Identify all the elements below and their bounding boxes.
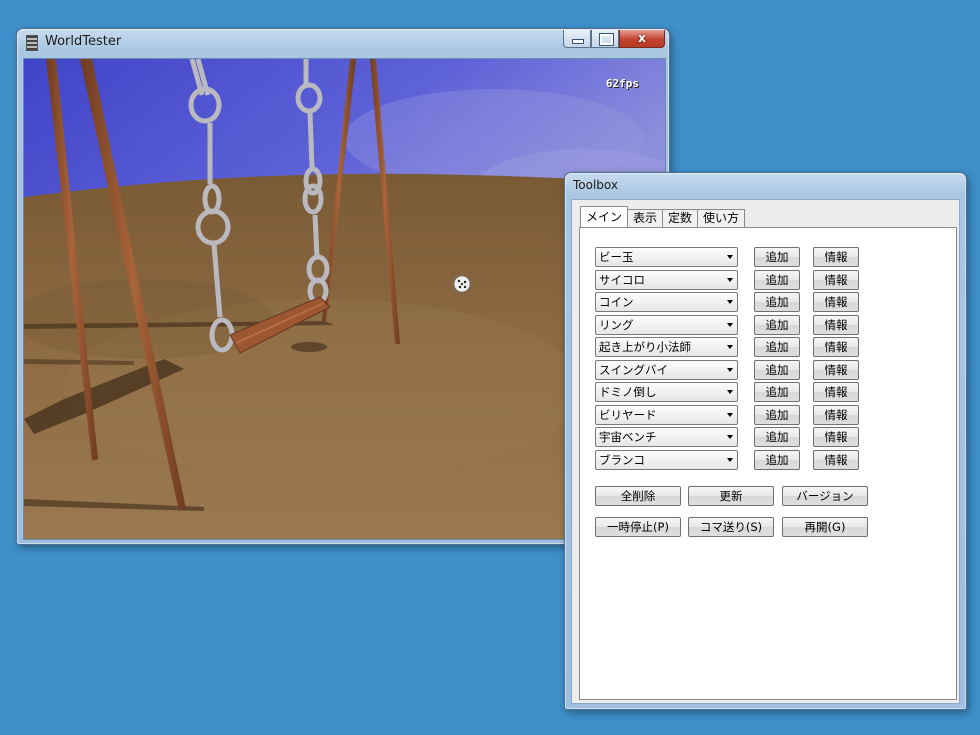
dice [453,275,471,293]
tab-usage[interactable]: 使い方 [697,209,746,227]
version-button[interactable]: バージョン [782,486,868,506]
main-titlebar[interactable]: WorldTester x [17,29,669,55]
object-select-value: ビリヤード [599,408,657,422]
object-select[interactable]: スイングバイ [595,360,738,380]
object-select-value: リング [599,318,634,332]
toolbox-client-area: メイン 表示 定数 使い方 ビー玉 追加 情報 サイコロ 追加 情報 コイン 追… [571,199,960,704]
minimize-icon [572,39,584,44]
object-select-value: スイングバイ [599,363,668,377]
add-button[interactable]: 追加 [754,382,800,402]
object-select[interactable]: 宇宙ベンチ [595,427,738,447]
maximize-icon [599,33,614,46]
minimize-button[interactable] [563,30,591,48]
add-button[interactable]: 追加 [754,337,800,357]
dropdown-arrow-icon [727,390,733,394]
dropdown-arrow-icon [727,458,733,462]
add-button[interactable]: 追加 [754,315,800,335]
main-tab-panel: ビー玉 追加 情報 サイコロ 追加 情報 コイン 追加 情報 リング 追加 情報… [579,227,957,700]
dropdown-arrow-icon [727,255,733,259]
info-button[interactable]: 情報 [813,315,859,335]
info-button[interactable]: 情報 [813,382,859,402]
dropdown-arrow-icon [727,278,733,282]
tab-main[interactable]: メイン [580,206,629,227]
info-button[interactable]: 情報 [813,270,859,290]
step-frame-button[interactable]: コマ送り(S) [688,517,774,537]
app-icon [26,35,38,51]
toolbox-title: Toolbox [573,178,618,192]
add-button[interactable]: 追加 [754,292,800,312]
object-select-value: ブランコ [599,453,645,467]
dropdown-arrow-icon [727,413,733,417]
add-button[interactable]: 追加 [754,270,800,290]
object-select[interactable]: ドミノ倒し [595,382,738,402]
object-select[interactable]: リング [595,315,738,335]
object-select[interactable]: ビリヤード [595,405,738,425]
dropdown-arrow-icon [727,435,733,439]
toolbox-window: Toolbox メイン 表示 定数 使い方 ビー玉 追加 情報 サイコロ 追加 … [564,172,967,710]
add-button[interactable]: 追加 [754,427,800,447]
object-select[interactable]: サイコロ [595,270,738,290]
dropdown-arrow-icon [727,300,733,304]
fps-counter: 62fps [605,77,639,90]
info-button[interactable]: 情報 [813,292,859,312]
object-select[interactable]: ブランコ [595,450,738,470]
dropdown-arrow-icon [727,323,733,327]
info-button[interactable]: 情報 [813,360,859,380]
pause-button[interactable]: 一時停止(P) [595,517,681,537]
object-select-value: 起き上がり小法師 [599,340,691,354]
toolbox-titlebar[interactable]: Toolbox [565,173,966,199]
object-select-value: コイン [599,295,634,309]
delete-all-button[interactable]: 全削除 [595,486,681,506]
tab-strip: メイン 表示 定数 使い方 [580,206,746,227]
close-icon: x [638,31,646,45]
add-button[interactable]: 追加 [754,405,800,425]
info-button[interactable]: 情報 [813,247,859,267]
object-select-value: 宇宙ベンチ [599,430,657,444]
dropdown-arrow-icon [727,368,733,372]
resume-button[interactable]: 再開(G) [782,517,868,537]
info-button[interactable]: 情報 [813,405,859,425]
info-button[interactable]: 情報 [813,427,859,447]
maximize-button[interactable] [591,30,619,48]
main-window-title: WorldTester [45,34,122,49]
close-button[interactable]: x [619,30,665,48]
object-select[interactable]: 起き上がり小法師 [595,337,738,357]
caption-buttons: x [563,30,665,48]
object-select-value: ビー玉 [599,250,634,264]
info-button[interactable]: 情報 [813,337,859,357]
add-button[interactable]: 追加 [754,360,800,380]
object-select-value: サイコロ [599,273,645,287]
add-button[interactable]: 追加 [754,247,800,267]
refresh-button[interactable]: 更新 [688,486,774,506]
dropdown-arrow-icon [727,345,733,349]
add-button[interactable]: 追加 [754,450,800,470]
object-select[interactable]: ビー玉 [595,247,738,267]
object-select[interactable]: コイン [595,292,738,312]
info-button[interactable]: 情報 [813,450,859,470]
tab-display[interactable]: 表示 [627,209,664,227]
tab-constants[interactable]: 定数 [662,209,699,227]
object-select-value: ドミノ倒し [599,385,657,399]
